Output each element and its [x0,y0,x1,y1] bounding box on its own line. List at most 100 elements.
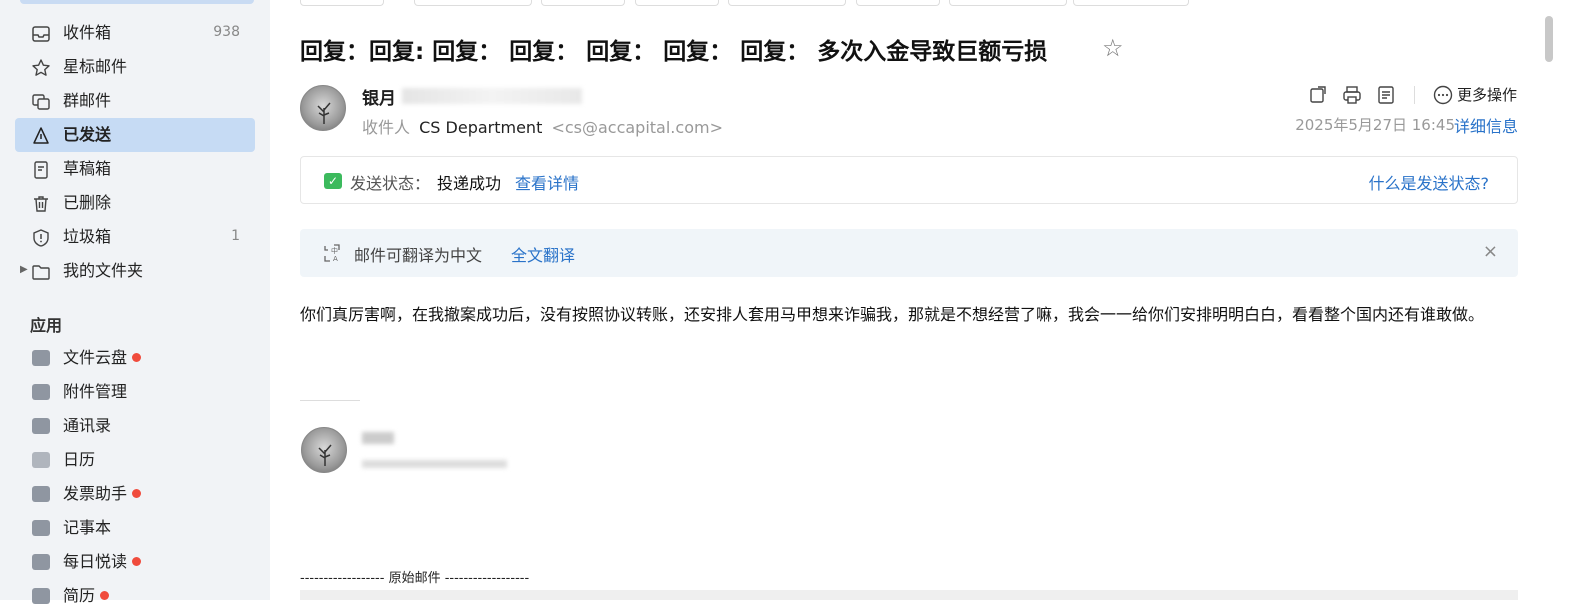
sidebar-item-label: 星标邮件 [63,57,128,76]
translate-icon: 中A [324,244,340,263]
full-translate-link[interactable]: 全文翻译 [511,242,575,266]
sidebar: 收件箱 938 星标邮件 群邮件 已发送 草稿箱 已删除 垃圾箱 1 ▶ 我的文… [0,0,270,605]
toolbar-button[interactable] [728,0,846,6]
sidebar-item-label: 已删除 [63,193,112,212]
print-icon[interactable] [1342,85,1362,105]
close-icon[interactable]: × [1483,241,1498,262]
notification-dot [100,591,110,600]
new-window-icon[interactable] [1308,85,1328,105]
signature-redacted [362,460,507,468]
trash-icon [34,196,48,212]
contacts-icon [32,418,50,434]
sidebar-item-label: 垃圾箱 [63,227,112,246]
sidebar-item-group-mail[interactable]: 群邮件 [15,84,255,118]
recipient-name[interactable]: CS Department [419,118,542,137]
translate-text: 邮件可翻译为中文 [354,246,483,265]
more-actions-label: 更多操作 [1456,86,1517,104]
view-details-link[interactable]: 查看详情 [515,170,579,194]
sidebar-item-starred[interactable]: 星标邮件 [15,50,255,84]
more-icon [1433,85,1453,104]
folder-icon [32,265,50,280]
recipient-label: 收件人 [362,118,411,137]
app-item-notepad[interactable]: 记事本 [15,511,255,545]
app-item-resume[interactable]: 简历 [15,579,255,613]
divider [1413,85,1415,104]
app-item-calendar[interactable]: 日历 [15,443,255,477]
sender-address-redacted [402,88,582,104]
sidebar-item-sent[interactable]: 已发送 [15,118,255,152]
expand-caret-icon[interactable]: ▶ [20,264,28,275]
sent-icon [33,127,49,144]
svg-text:中: 中 [331,246,338,255]
sidebar-item-inbox[interactable]: 收件箱 938 [15,16,255,50]
sidebar-item-label: 群邮件 [63,91,112,110]
tree-avatar-icon [318,444,332,466]
mail-view: 回复：回复: 回复： 回复： 回复： 回复： 回复： 多次入金导致巨额亏损 ☆ … [270,0,1575,600]
mail-date: 2025年5月27日 16:45 [1295,116,1455,134]
star-icon[interactable]: ☆ [1102,34,1124,62]
resume-icon [32,588,50,604]
app-item-label: 发票助手 [63,484,128,503]
shield-icon [33,229,49,247]
sidebar-item-label: 我的文件夹 [63,261,144,280]
toolbar-button[interactable] [414,0,532,6]
sidebar-item-my-folders[interactable]: ▶ 我的文件夹 [15,254,255,288]
draft-icon [34,161,48,179]
app-item-label: 简历 [63,586,96,605]
details-link[interactable]: 详细信息 [1454,113,1518,137]
notification-dot [132,353,142,362]
status-value: 投递成功 [437,174,502,193]
scrollbar-thumb[interactable] [1545,16,1553,62]
app-item-reading[interactable]: 每日悦读 [15,545,255,579]
app-item-label: 每日悦读 [63,552,128,571]
header-actions: 更多操作 [1308,84,1517,105]
unread-count: 1 [231,228,240,244]
sender-name[interactable]: 银月 [362,84,396,109]
svg-text:A: A [333,255,338,263]
app-item-label: 文件云盘 [63,348,128,367]
status-label: 发送状态： [350,174,431,193]
unread-count: 938 [213,24,240,40]
notification-dot [132,557,142,566]
sidebar-item-deleted[interactable]: 已删除 [15,186,255,220]
sidebar-top-indicator [20,0,254,4]
group-mail-icon [32,94,50,110]
toolbar-button[interactable] [856,0,940,6]
translate-banner: 中A 邮件可翻译为中文 全文翻译 × [300,229,1518,277]
reading-icon [32,554,50,570]
app-item-label: 日历 [63,450,96,469]
apps-section-title: 应用 [30,316,63,335]
delivery-status-box: ✓ 发送状态： 投递成功 查看详情 什么是发送状态? [300,156,1518,204]
app-item-cloud-drive[interactable]: 文件云盘 [15,341,255,375]
toolbar-button[interactable] [949,0,1067,6]
signature-divider [300,400,360,401]
avatar[interactable] [300,85,346,131]
toolbar-button[interactable] [300,0,384,6]
quoted-mail-header [300,590,1518,600]
sidebar-item-drafts[interactable]: 草稿箱 [15,152,255,186]
check-icon: ✓ [324,173,342,189]
sidebar-item-label: 草稿箱 [63,159,112,178]
app-item-label: 记事本 [63,518,112,537]
app-item-attachments[interactable]: 附件管理 [15,375,255,409]
tree-avatar-icon [317,102,331,124]
signature-redacted [362,432,394,444]
toolbar-button[interactable] [541,0,625,6]
sidebar-item-spam[interactable]: 垃圾箱 1 [15,220,255,254]
app-item-contacts[interactable]: 通讯录 [15,409,255,443]
app-item-label: 通讯录 [63,416,112,435]
calendar-icon [32,452,50,468]
toolbar-button[interactable] [635,0,719,6]
note-icon[interactable] [1376,85,1396,105]
more-actions-button[interactable]: 更多操作 [1433,84,1517,105]
app-item-invoice[interactable]: 发票助手 [15,477,255,511]
mail-body: 你们真厉害啊，在我撤案成功后，没有按照协议转账，还安排人套用马甲想来诈骗我，那就… [300,305,1485,324]
invoice-icon [32,486,50,502]
cloud-drive-icon [32,350,50,366]
status-help-link[interactable]: 什么是发送状态? [1369,170,1490,194]
signature-avatar [301,427,347,473]
toolbar-button[interactable] [1073,0,1189,6]
recipient-email: <cs@accapital.com> [551,118,723,137]
notepad-icon [32,520,50,536]
recipient-line: 收件人 CS Department <cs@accapital.com> [362,114,723,138]
